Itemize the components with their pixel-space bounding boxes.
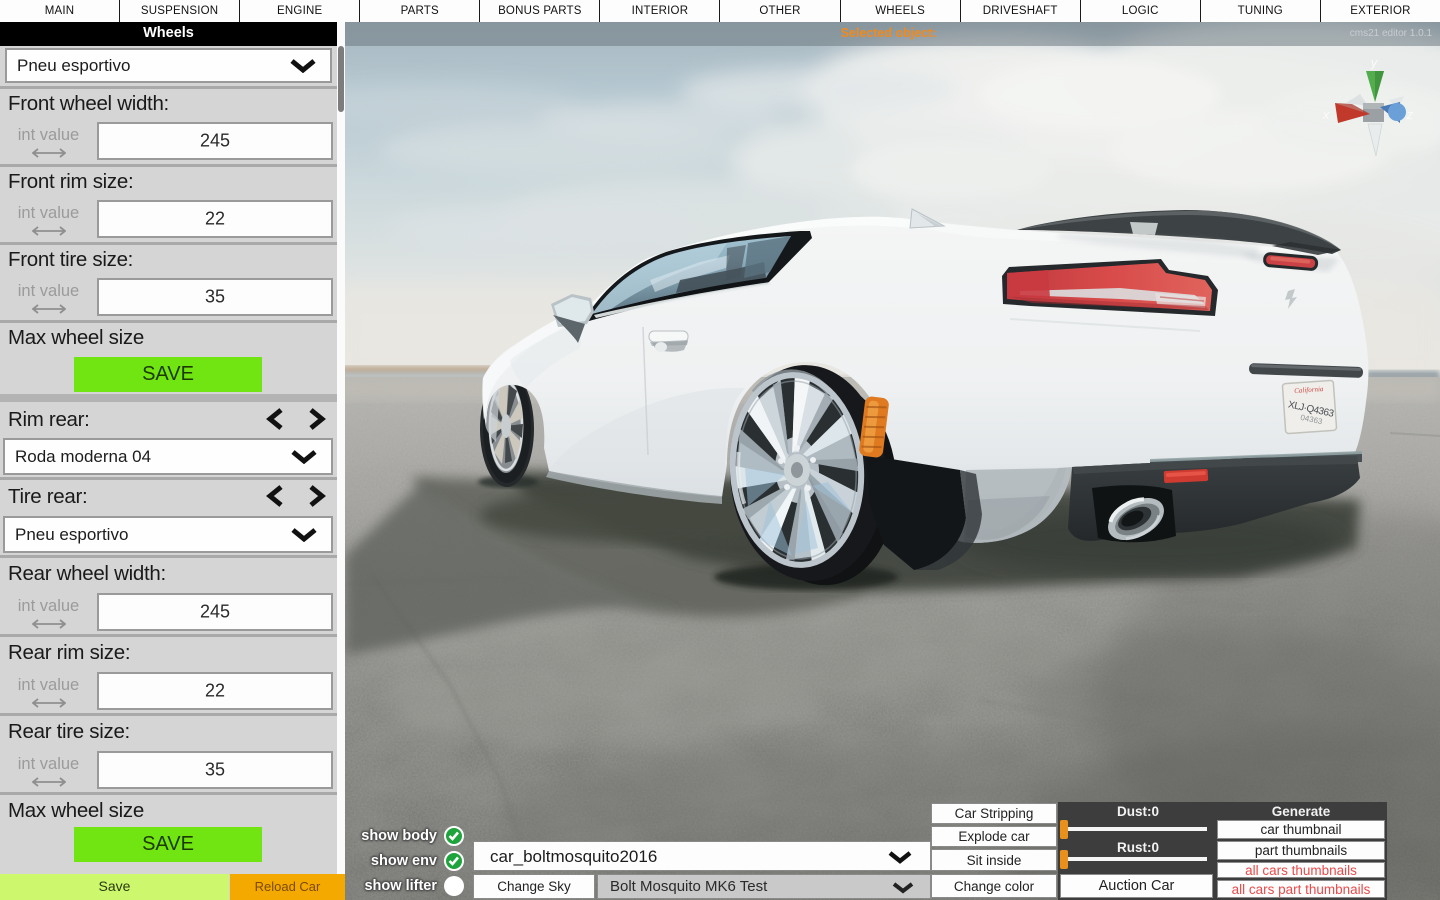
svg-text:x: x: [1322, 107, 1330, 122]
svg-text:z: z: [1406, 107, 1414, 122]
